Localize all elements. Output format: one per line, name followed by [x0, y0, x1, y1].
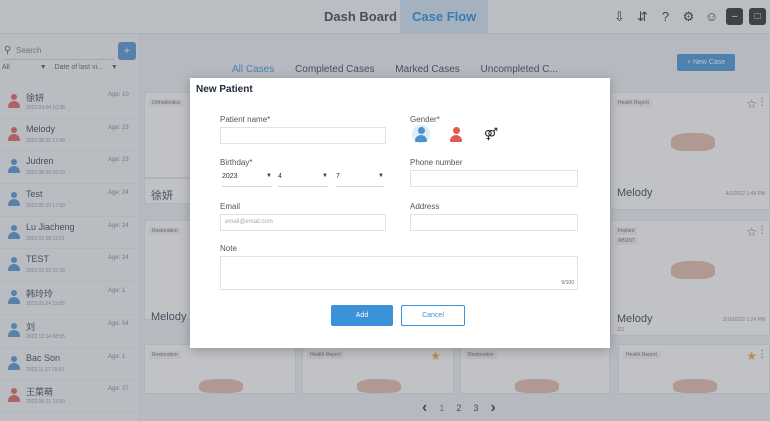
chevron-down-icon: ▼ — [266, 173, 272, 179]
chevron-down-icon: ▼ — [322, 173, 328, 179]
cancel-button[interactable]: Cancel — [401, 305, 465, 326]
patient-name-label: Patient name* — [220, 115, 271, 124]
note-textarea[interactable]: 0/100 — [220, 256, 578, 290]
birthday-year-select[interactable]: 2023 ▼ — [222, 173, 272, 187]
patient-name-input[interactable] — [220, 127, 386, 144]
phone-input[interactable] — [410, 170, 578, 187]
gender-female-option[interactable] — [447, 125, 465, 143]
gender-male-option[interactable] — [412, 125, 430, 143]
note-char-count: 0/100 — [561, 280, 574, 286]
email-label: Email — [220, 202, 241, 211]
birthday-label: Birthday* — [220, 158, 253, 167]
gender-other-option[interactable]: ⚤ — [482, 125, 500, 143]
address-label: Address — [410, 202, 440, 211]
phone-label: Phone number — [410, 158, 463, 167]
birthday-day-select[interactable]: 7 ▼ — [336, 173, 384, 187]
gender-label: Gender* — [410, 115, 440, 124]
email-input[interactable]: email@email.com — [220, 214, 386, 231]
chevron-down-icon: ▼ — [378, 173, 384, 179]
new-patient-dialog: New Patient Patient name* Gender* ⚤ Birt… — [190, 78, 610, 348]
couple-icon: ⚤ — [483, 127, 499, 141]
add-button[interactable]: Add — [331, 305, 393, 326]
dialog-title: New Patient — [196, 84, 253, 95]
note-label: Note — [220, 244, 237, 253]
address-input[interactable] — [410, 214, 578, 231]
male-icon — [417, 127, 425, 134]
birthday-month-select[interactable]: 4 ▼ — [278, 173, 328, 187]
female-icon — [452, 127, 460, 134]
